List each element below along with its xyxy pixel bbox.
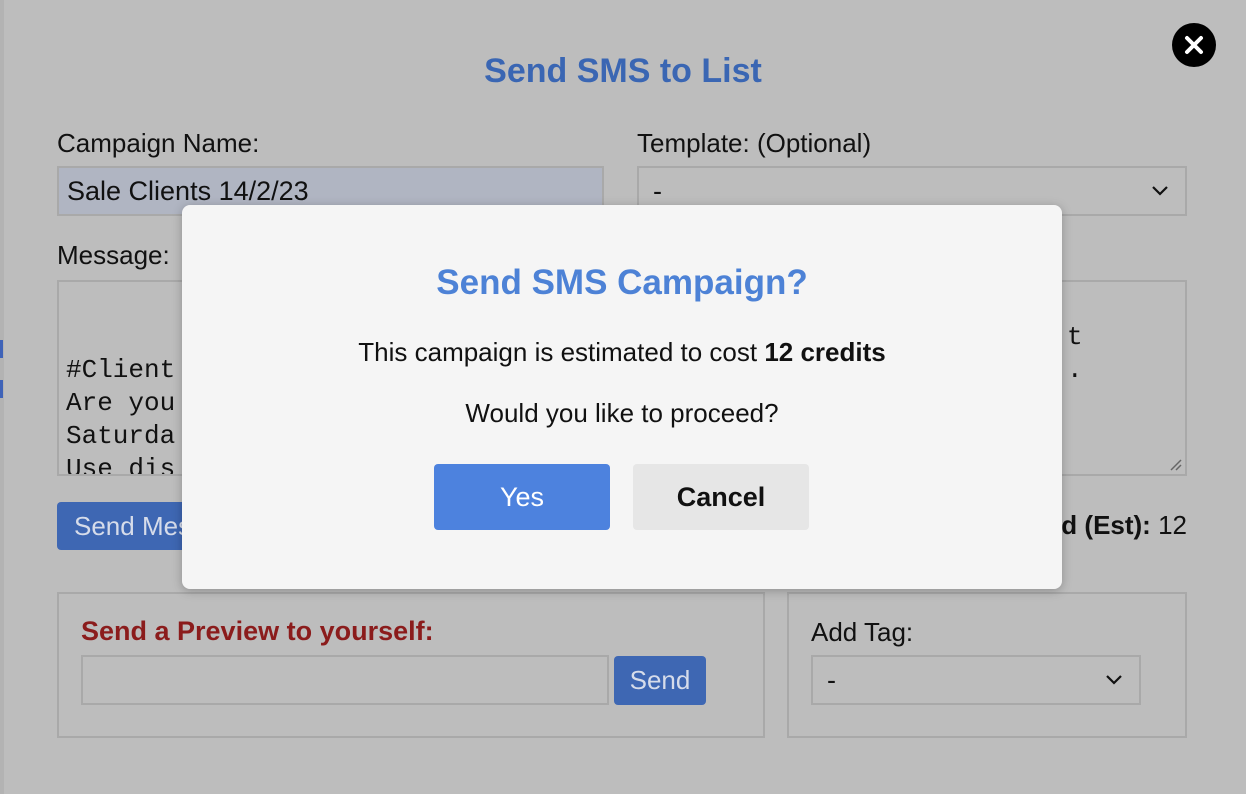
cancel-button[interactable]: Cancel xyxy=(633,464,809,530)
add-tag-value: - xyxy=(827,664,836,695)
dialog-title: Send SMS Campaign? xyxy=(436,263,808,302)
credits-estimate: ed (Est): 12 xyxy=(1047,510,1187,541)
resize-handle-icon[interactable] xyxy=(1168,457,1182,471)
preview-phone-input[interactable] xyxy=(81,655,609,705)
dialog-question: Would you like to proceed? xyxy=(465,398,779,428)
yes-button[interactable]: Yes xyxy=(434,464,610,530)
template-label: Template: (Optional) xyxy=(637,128,872,158)
message-text-right: t . xyxy=(1067,322,1083,385)
confirm-dialog: Send SMS Campaign? This campaign is esti… xyxy=(182,205,1062,589)
dialog-cost-prefix: This campaign is estimated to cost xyxy=(358,337,765,367)
chevron-down-icon xyxy=(1106,675,1122,685)
preview-title: Send a Preview to yourself: xyxy=(81,616,434,646)
add-tag-select[interactable]: - xyxy=(811,655,1141,705)
modal-title: Send SMS to List xyxy=(484,52,762,90)
campaign-name-value: Sale Clients 14/2/23 xyxy=(67,175,309,206)
preview-send-button[interactable]: Send xyxy=(614,656,706,705)
add-tag-label: Add Tag: xyxy=(811,617,914,647)
credits-estimate-label: ed (Est): xyxy=(1046,510,1151,540)
dialog-cost-amount: 12 credits xyxy=(764,337,886,367)
campaign-name-label: Campaign Name: xyxy=(57,128,260,158)
message-label: Message: xyxy=(57,240,170,270)
dialog-cost-text: This campaign is estimated to cost 12 cr… xyxy=(182,337,1062,368)
chevron-down-icon xyxy=(1152,186,1168,196)
credits-estimate-value: 12 xyxy=(1158,510,1187,540)
template-value: - xyxy=(653,175,662,206)
